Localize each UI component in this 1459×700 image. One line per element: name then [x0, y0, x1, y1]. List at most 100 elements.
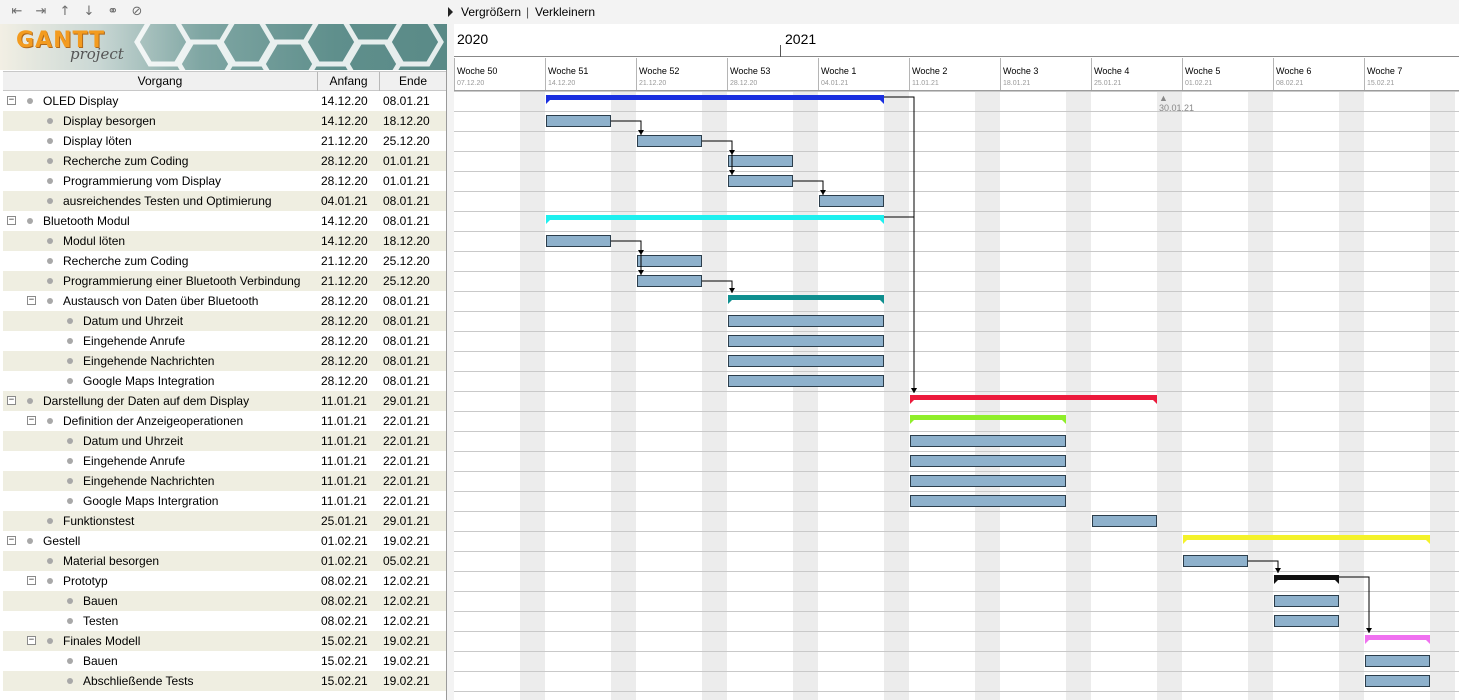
move-up-icon[interactable]: ↑ — [56, 3, 74, 21]
task-row[interactable]: Bauen 08.02.21 12.02.21 — [3, 591, 446, 611]
task-name: Darstellung der Daten auf dem Display — [43, 394, 250, 408]
task-end: 29.01.21 — [383, 394, 430, 408]
year-label: 2020 — [457, 31, 489, 47]
task-row[interactable]: − Gestell 01.02.21 19.02.21 — [3, 531, 446, 551]
task-bullet-icon — [47, 138, 53, 144]
task-row[interactable]: − Bluetooth Modul 14.12.20 08.01.21 — [3, 211, 446, 231]
task-row[interactable]: Eingehende Anrufe 11.01.21 22.01.21 — [3, 451, 446, 471]
task-end: 12.02.21 — [383, 574, 430, 588]
task-row[interactable]: Programmierung vom Display 28.12.20 01.01.… — [3, 171, 446, 191]
task-start: 15.02.21 — [321, 674, 368, 688]
task-end: 01.01.21 — [383, 154, 430, 168]
task-name: Funktionstest — [63, 514, 135, 528]
task-row[interactable]: Programmierung einer Bluetooth Verbindun… — [3, 271, 446, 291]
collapse-arrow-icon[interactable] — [448, 7, 453, 17]
task-start: 28.12.20 — [321, 154, 368, 168]
task-row[interactable]: Display löten 21.12.20 25.12.20 — [3, 131, 446, 151]
collapse-toggle-icon[interactable]: − — [7, 216, 16, 225]
task-row[interactable]: Datum und Uhrzeit 28.12.20 08.01.21 — [3, 311, 446, 331]
week-column: Woche 3 18.01.21 — [1000, 58, 1091, 90]
task-row[interactable]: − OLED Display 14.12.20 08.01.21 — [3, 91, 446, 111]
task-start: 11.01.21 — [321, 414, 367, 428]
arrowhead-icon — [729, 288, 735, 293]
task-row[interactable]: Modul löten 14.12.20 18.12.20 — [3, 231, 446, 251]
task-row[interactable]: ausreichendes Testen und Optimierung 04.0… — [3, 191, 446, 211]
unindent-icon[interactable]: ⇤ — [8, 3, 26, 21]
task-row[interactable]: − Prototyp 08.02.21 12.02.21 — [3, 571, 446, 591]
collapse-toggle-icon[interactable]: − — [27, 636, 36, 645]
task-end: 19.02.21 — [383, 654, 430, 668]
task-bullet-icon — [27, 98, 33, 104]
dependency-line — [1339, 576, 1370, 633]
task-row[interactable]: Google Maps Intergration 11.01.21 22.01.21 — [3, 491, 446, 511]
task-start: 11.01.21 — [321, 394, 367, 408]
week-date: 11.01.21 — [912, 80, 939, 87]
dependency-line — [702, 140, 733, 175]
task-end: 22.01.21 — [383, 414, 430, 428]
indent-icon[interactable]: ⇥ — [32, 3, 50, 21]
collapse-toggle-icon[interactable]: − — [7, 396, 16, 405]
week-date: 28.12.20 — [730, 80, 758, 87]
task-bullet-icon — [47, 638, 53, 644]
task-row[interactable]: Eingehende Nachrichten 11.01.21 22.01.21 — [3, 471, 446, 491]
task-end: 08.01.21 — [383, 94, 430, 108]
task-row[interactable]: − Finales Modell 15.02.21 19.02.21 — [3, 631, 446, 651]
collapse-toggle-icon[interactable]: − — [27, 296, 36, 305]
zoom-in-link[interactable]: Vergrößern — [461, 5, 521, 19]
task-bullet-icon — [67, 338, 73, 344]
task-row[interactable]: Display besorgen 14.12.20 18.12.20 — [3, 111, 446, 131]
column-header-end[interactable]: Ende — [380, 72, 446, 91]
task-bullet-icon — [27, 538, 33, 544]
arrowhead-icon — [1275, 568, 1281, 573]
task-bullet-icon — [67, 378, 73, 384]
column-header-start[interactable]: Anfang — [318, 72, 380, 91]
task-name: Bauen — [83, 594, 118, 608]
task-row[interactable]: Eingehende Anrufe 28.12.20 08.01.21 — [3, 331, 446, 351]
task-row[interactable]: Material besorgen 01.02.21 05.02.21 — [3, 551, 446, 571]
week-column: Woche 5 01.02.21 — [1182, 58, 1273, 90]
link-icon[interactable]: ⚭ — [104, 3, 122, 21]
task-bullet-icon — [47, 298, 53, 304]
task-end: 22.01.21 — [383, 454, 430, 468]
task-row[interactable]: Google Maps Integration 28.12.20 08.01.21 — [3, 371, 446, 391]
task-bullet-icon — [47, 578, 53, 584]
week-label: Woche 7 — [1367, 66, 1403, 76]
collapse-toggle-icon[interactable]: − — [27, 576, 36, 585]
task-row[interactable]: Recherche zum Coding 21.12.20 25.12.20 — [3, 251, 446, 271]
task-bullet-icon — [47, 518, 53, 524]
task-row[interactable]: − Austausch von Daten über Bluetooth 28.12… — [3, 291, 446, 311]
gantt-chart-area[interactable]: ▲ 30.01.21 — [454, 91, 1459, 700]
task-end: 22.01.21 — [383, 434, 430, 448]
task-bullet-icon — [47, 238, 53, 244]
task-end: 08.01.21 — [383, 294, 430, 308]
task-name: Google Maps Intergration — [83, 494, 219, 508]
column-header-name[interactable]: Vorgang — [3, 72, 318, 91]
timeline-header: 2020 2021 Woche 50 07.12.20 Woche 51 14.12.… — [454, 24, 1459, 91]
collapse-toggle-icon[interactable]: − — [27, 416, 36, 425]
move-down-icon[interactable]: ↓ — [80, 3, 98, 21]
pane-splitter[interactable] — [447, 0, 454, 700]
task-row[interactable]: − Definition der Anzeigeoperationen 11.01.… — [3, 411, 446, 431]
zoom-out-link[interactable]: Verkleinern — [535, 5, 595, 19]
task-row[interactable]: − Darstellung der Daten auf dem Display 11… — [3, 391, 446, 411]
collapse-toggle-icon[interactable]: − — [7, 96, 16, 105]
task-table-header: Vorgang Anfang Ende — [3, 71, 446, 91]
dependency-line — [611, 120, 642, 135]
task-row[interactable]: Testen 08.02.21 12.02.21 — [3, 611, 446, 631]
task-row[interactable]: Abschließende Tests 15.02.21 19.02.21 — [3, 671, 446, 691]
task-name: Bauen — [83, 654, 118, 668]
week-column: Woche 2 11.01.21 — [909, 58, 1000, 90]
task-row[interactable]: Eingehende Nachrichten 28.12.20 08.01.21 — [3, 351, 446, 371]
task-row[interactable]: Funktionstest 25.01.21 29.01.21 — [3, 511, 446, 531]
week-column: Woche 1 04.01.21 — [818, 58, 909, 90]
unlink-icon[interactable]: ⊘ — [128, 3, 146, 21]
task-row[interactable]: Recherche zum Coding 28.12.20 01.01.21 — [3, 151, 446, 171]
week-date: 15.02.21 — [1367, 80, 1395, 87]
week-date: 25.01.21 — [1094, 80, 1122, 87]
task-end: 01.01.21 — [383, 174, 430, 188]
arrowhead-icon — [638, 270, 644, 275]
task-row[interactable]: Datum und Uhrzeit 11.01.21 22.01.21 — [3, 431, 446, 451]
task-row[interactable]: Bauen 15.02.21 19.02.21 — [3, 651, 446, 671]
collapse-toggle-icon[interactable]: − — [7, 536, 16, 545]
task-end: 08.01.21 — [383, 334, 430, 348]
